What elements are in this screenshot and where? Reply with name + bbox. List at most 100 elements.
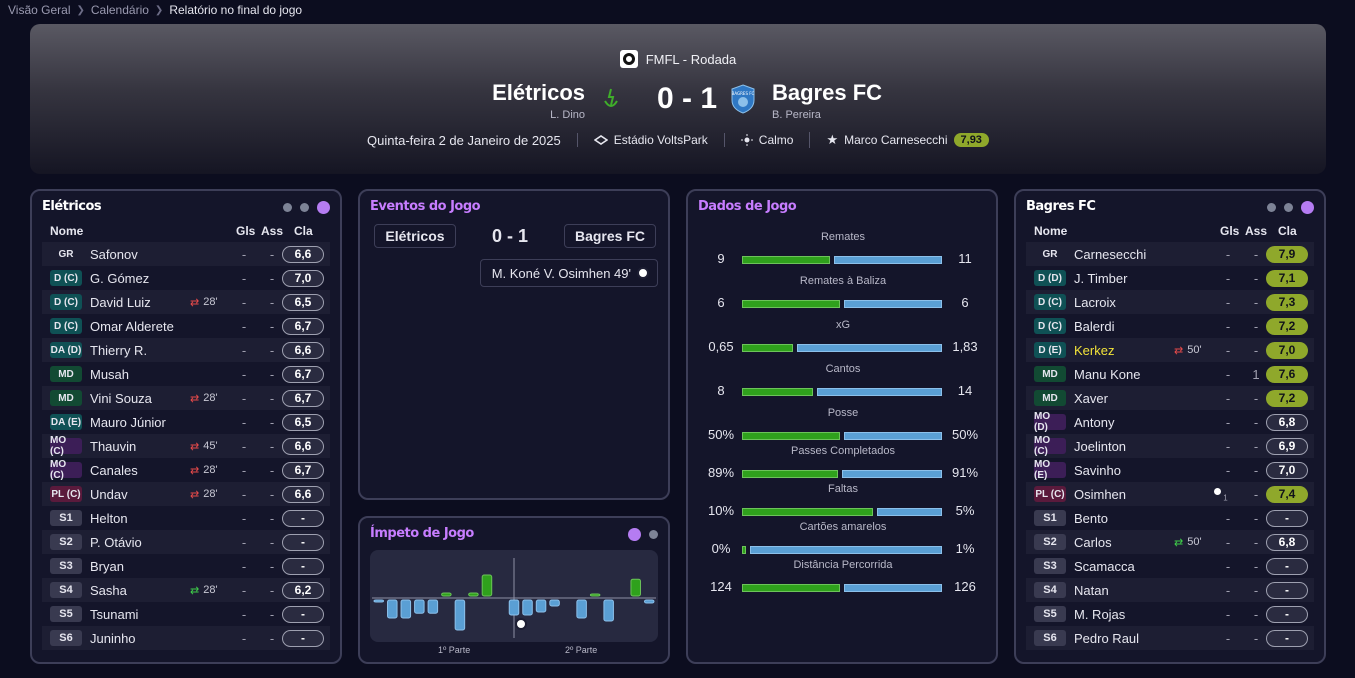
player-name[interactable]: Bryan xyxy=(90,559,124,574)
player-name[interactable]: Vini Souza xyxy=(90,391,152,406)
column-rating[interactable]: Cla xyxy=(294,224,313,238)
player-row[interactable]: S3 Bryan - - - xyxy=(42,554,330,578)
column-assists[interactable]: Ass xyxy=(261,224,283,238)
player-name[interactable]: Natan xyxy=(1074,583,1109,598)
player-row[interactable]: S4 Natan - - - xyxy=(1026,578,1314,602)
player-name[interactable]: Savinho xyxy=(1074,463,1121,478)
player-row[interactable]: PL (C) Undav ⇄ 28' - -6,6 xyxy=(42,482,330,506)
column-name[interactable]: Nome xyxy=(1034,224,1067,238)
player-name[interactable]: David Luiz xyxy=(90,295,151,310)
player-name[interactable]: Omar Alderete xyxy=(90,319,174,334)
player-row[interactable]: GR Carnesecchi - -7,9 xyxy=(1026,242,1314,266)
player-name[interactable]: Canales xyxy=(90,463,138,478)
player-row[interactable]: MO (D) Antony - -6,8 xyxy=(1026,410,1314,434)
player-row[interactable]: S4 Sasha ⇄ 28' - -6,2 xyxy=(42,578,330,602)
player-row[interactable]: MO (C) Thauvin ⇄ 45' - -6,6 xyxy=(42,434,330,458)
column-goals[interactable]: Gls xyxy=(236,224,255,238)
player-name[interactable]: Bento xyxy=(1074,511,1108,526)
view-dot-active[interactable] xyxy=(628,528,641,541)
player-name[interactable]: Carnesecchi xyxy=(1074,247,1146,262)
player-name[interactable]: Kerkez xyxy=(1074,343,1114,358)
goals-value: - xyxy=(241,390,247,406)
player-row[interactable]: D (C) Omar Alderete - -6,7 xyxy=(42,314,330,338)
player-name[interactable]: Scamacca xyxy=(1074,559,1135,574)
player-name[interactable]: Thauvin xyxy=(90,439,136,454)
player-name[interactable]: Safonov xyxy=(90,247,138,262)
column-name[interactable]: Nome xyxy=(50,224,83,238)
view-dot[interactable] xyxy=(1284,203,1293,212)
player-row[interactable]: GR Safonov - -6,6 xyxy=(42,242,330,266)
player-row[interactable]: D (C) Lacroix - -7,3 xyxy=(1026,290,1314,314)
player-row[interactable]: MO (C) Canales ⇄ 28' - -6,7 xyxy=(42,458,330,482)
player-row[interactable]: MO (E) Savinho - -7,0 xyxy=(1026,458,1314,482)
goal-event[interactable]: M. Koné V. Osimhen 49' xyxy=(480,259,658,287)
player-row[interactable]: S5 M. Rojas - - - xyxy=(1026,602,1314,626)
home-manager[interactable]: L. Dino xyxy=(550,109,585,121)
player-name[interactable]: Sasha xyxy=(90,583,127,598)
view-dot[interactable] xyxy=(1267,203,1276,212)
player-row[interactable]: D (E) Kerkez ⇄ 50' - -7,0 xyxy=(1026,338,1314,362)
player-row[interactable]: S1 Helton - - - xyxy=(42,506,330,530)
home-team-name[interactable]: Elétricos xyxy=(492,80,585,106)
player-row[interactable]: D (C) David Luiz ⇄ 28' - -6,5 xyxy=(42,290,330,314)
column-assists[interactable]: Ass xyxy=(1245,224,1267,238)
player-name[interactable]: Manu Kone xyxy=(1074,367,1141,382)
player-name[interactable]: Carlos xyxy=(1074,535,1112,550)
player-name[interactable]: G. Gómez xyxy=(90,271,149,286)
player-name[interactable]: Pedro Raul xyxy=(1074,631,1139,646)
view-dot[interactable] xyxy=(283,203,292,212)
breadcrumb-overview[interactable]: Visão Geral xyxy=(8,3,70,17)
player-name[interactable]: Thierry R. xyxy=(90,343,147,358)
player-name[interactable]: Mauro Júnior xyxy=(90,415,166,430)
player-row[interactable]: MD Musah - -6,7 xyxy=(42,362,330,386)
player-name[interactable]: Joelinton xyxy=(1074,439,1126,454)
column-goals[interactable]: Gls xyxy=(1220,224,1239,238)
player-name[interactable]: Lacroix xyxy=(1074,295,1116,310)
player-row[interactable]: S3 Scamacca - - - xyxy=(1026,554,1314,578)
player-row[interactable]: D (D) J. Timber - -7,1 xyxy=(1026,266,1314,290)
player-name[interactable]: Helton xyxy=(90,511,128,526)
breadcrumb-calendar[interactable]: Calendário xyxy=(91,3,149,17)
player-row[interactable]: DA (D) Thierry R. - -6,6 xyxy=(42,338,330,362)
player-row[interactable]: PL (C) Osimhen 1 -7,4 xyxy=(1026,482,1314,506)
away-manager[interactable]: B. Pereira xyxy=(772,109,821,121)
player-name[interactable]: Antony xyxy=(1074,415,1114,430)
player-name[interactable]: M. Rojas xyxy=(1074,607,1125,622)
player-row[interactable]: MD Manu Kone - 1 7,6 xyxy=(1026,362,1314,386)
player-name[interactable]: Musah xyxy=(90,367,129,382)
competition-name[interactable]: FMFL - Rodada xyxy=(646,52,737,67)
rating-badge: 6,6 xyxy=(282,245,324,263)
away-team-name[interactable]: Bagres FC xyxy=(772,80,882,106)
player-row[interactable]: S5 Tsunami - - - xyxy=(42,602,330,626)
player-name[interactable]: P. Otávio xyxy=(90,535,142,550)
player-name[interactable]: Juninho xyxy=(90,631,136,646)
player-row[interactable]: D (C) G. Gómez - -7,0 xyxy=(42,266,330,290)
player-row[interactable]: S1 Bento - - - xyxy=(1026,506,1314,530)
player-name[interactable]: J. Timber xyxy=(1074,271,1127,286)
assists-value: - xyxy=(269,510,275,526)
man-of-the-match[interactable]: Marco Carnesecchi xyxy=(844,133,947,147)
view-dot[interactable] xyxy=(649,530,658,539)
player-name[interactable]: Xaver xyxy=(1074,391,1108,406)
view-dot-active[interactable] xyxy=(317,201,330,214)
stat-away-value: 1,83 xyxy=(952,339,978,354)
player-row[interactable]: S2 Carlos ⇄ 50' - -6,8 xyxy=(1026,530,1314,554)
player-row[interactable]: MD Xaver - -7,2 xyxy=(1026,386,1314,410)
player-name[interactable]: Tsunami xyxy=(90,607,138,622)
rating-badge: - xyxy=(282,629,324,647)
player-row[interactable]: DA (E) Mauro Júnior - -6,5 xyxy=(42,410,330,434)
player-row[interactable]: D (C) Balerdi - -7,2 xyxy=(1026,314,1314,338)
player-name[interactable]: Osimhen xyxy=(1074,487,1126,502)
player-row[interactable]: S6 Pedro Raul - - - xyxy=(1026,626,1314,650)
player-row[interactable]: MO (C) Joelinton - -6,9 xyxy=(1026,434,1314,458)
stadium-name[interactable]: Estádio VoltsPark xyxy=(614,133,708,147)
player-row[interactable]: S6 Juninho - - - xyxy=(42,626,330,650)
player-row[interactable]: S2 P. Otávio - - - xyxy=(42,530,330,554)
player-row[interactable]: MD Vini Souza ⇄ 28' - -6,7 xyxy=(42,386,330,410)
player-name[interactable]: Undav xyxy=(90,487,128,502)
column-rating[interactable]: Cla xyxy=(1278,224,1297,238)
view-dot[interactable] xyxy=(300,203,309,212)
stat-home-bar xyxy=(742,508,873,516)
player-name[interactable]: Balerdi xyxy=(1074,319,1114,334)
view-dot-active[interactable] xyxy=(1301,201,1314,214)
